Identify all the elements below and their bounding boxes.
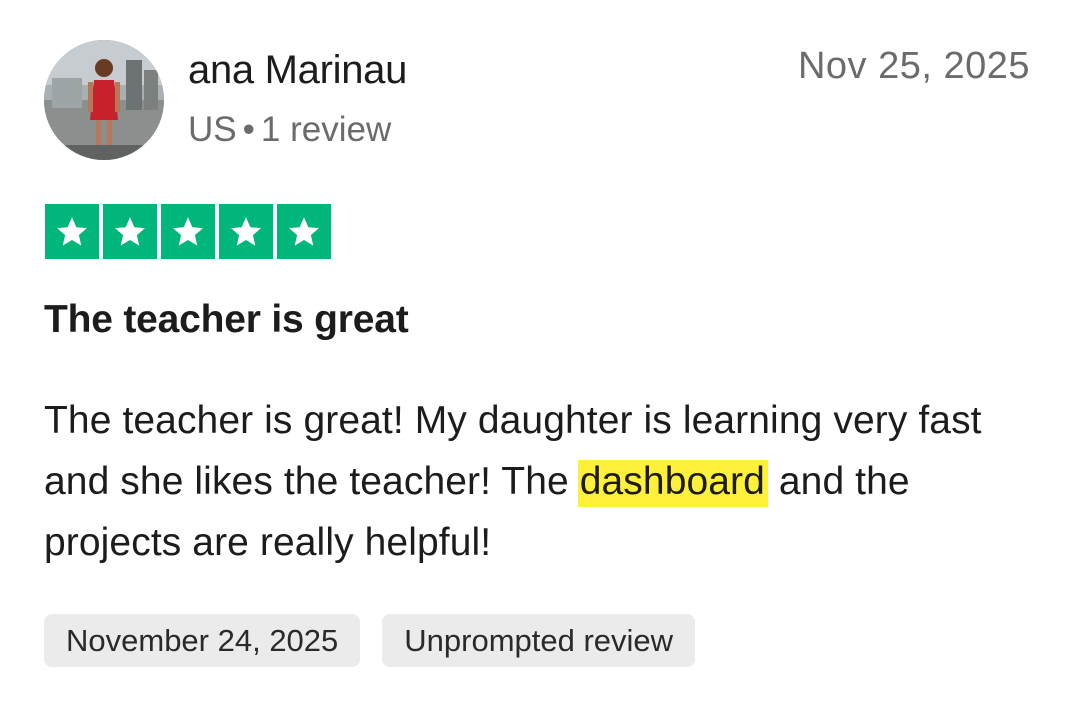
- review-tags: November 24, 2025 Unprompted review: [44, 614, 696, 667]
- reviewer-name[interactable]: ana Marinau: [188, 46, 407, 94]
- experience-date-tag: November 24, 2025: [44, 614, 361, 667]
- meta-separator: •: [242, 110, 255, 149]
- star-2: [103, 204, 157, 259]
- review-card: ana Marinau US • 1 review Nov 25, 2025 The…: [0, 0, 1076, 712]
- reviewer-review-count[interactable]: 1 review: [261, 110, 391, 149]
- star-icon: [231, 216, 261, 246]
- star-icon: [115, 216, 145, 246]
- highlighted-keyword: dashboard: [577, 460, 768, 507]
- star-3: [161, 204, 215, 259]
- avatar[interactable]: [44, 40, 164, 160]
- star-1: [45, 204, 99, 259]
- star-icon: [57, 216, 87, 246]
- reviewer-meta: US • 1 review: [188, 108, 391, 152]
- review-body: The teacher is great! My daughter is lea…: [44, 390, 1034, 573]
- star-4: [219, 204, 273, 259]
- review-date: Nov 25, 2025: [797, 45, 1030, 87]
- star-icon: [289, 216, 319, 246]
- profile-photo-icon: [44, 40, 164, 160]
- star-5: [277, 204, 331, 259]
- star-icon: [173, 216, 203, 246]
- star-rating: [45, 204, 331, 259]
- reviewer-country: US: [188, 110, 237, 149]
- review-title[interactable]: The teacher is great: [44, 296, 409, 344]
- review-type-tag[interactable]: Unprompted review: [382, 614, 696, 667]
